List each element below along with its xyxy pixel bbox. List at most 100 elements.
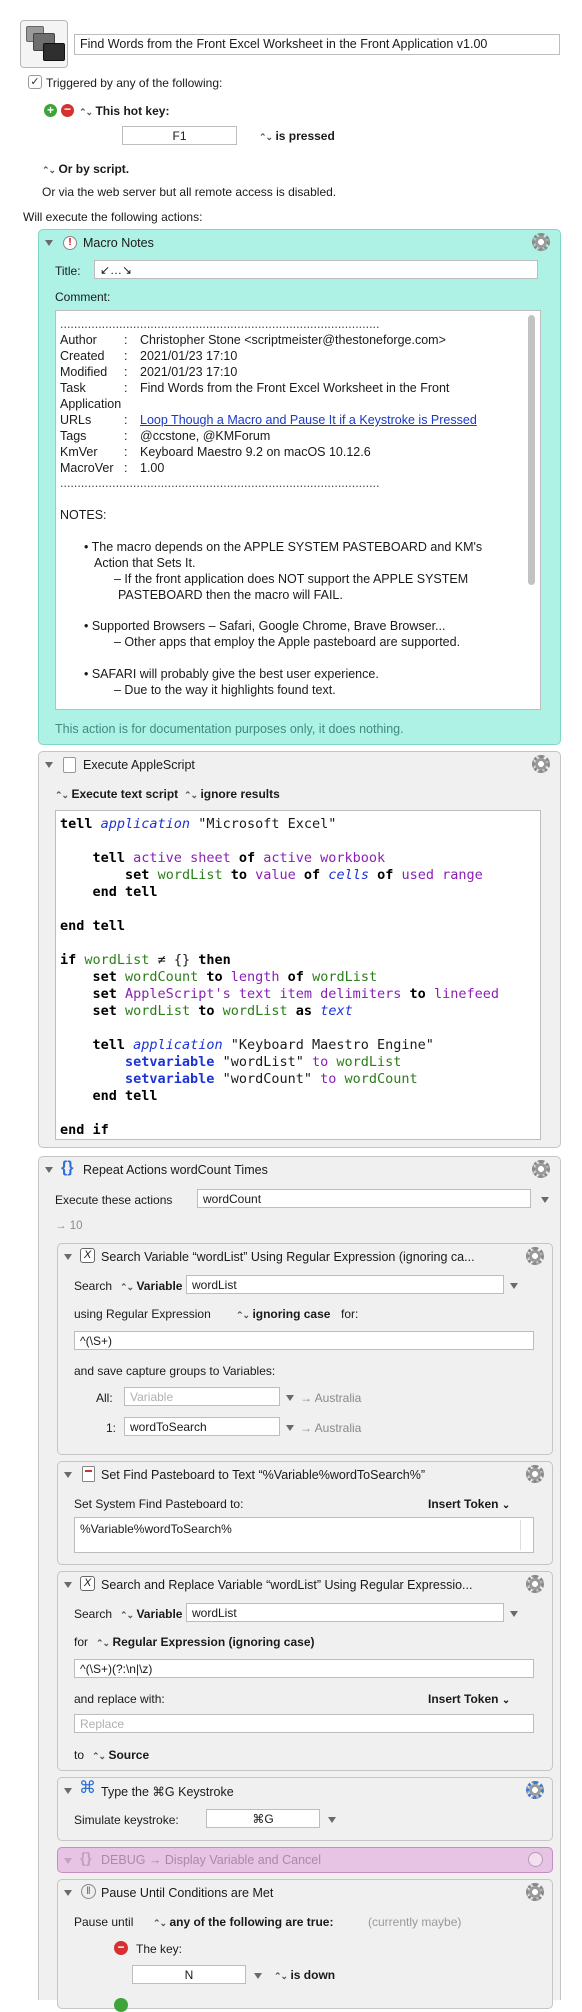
- or-by-script-selector[interactable]: ⌃⌄ Or by script.: [42, 162, 129, 176]
- collapse-triangle[interactable]: [64, 1788, 72, 1794]
- note-key: Modified: [60, 365, 108, 379]
- regex-field[interactable]: ^(\S+): [74, 1331, 534, 1350]
- execute-applescript-action[interactable]: Execute AppleScript ⌃⌄ Execute text scri…: [38, 751, 561, 1148]
- insert-token-button[interactable]: Insert Token ⌄: [428, 1692, 510, 1706]
- key-state-label: is down: [290, 1968, 336, 1982]
- trigger-type-selector[interactable]: ⌃⌄ This hot key:: [79, 104, 169, 118]
- gear-icon[interactable]: [532, 233, 550, 251]
- search-replace-action[interactable]: X Search and Replace Variable “wordList”…: [57, 1571, 553, 1771]
- notes-title-field[interactable]: ↙…↘: [94, 260, 538, 279]
- gear-icon[interactable]: [532, 1160, 550, 1178]
- macro-notes-action[interactable]: ! Macro Notes Title: ↙…↘ Comment: ......…: [38, 229, 561, 745]
- condition-match-selector[interactable]: ⌃⌄ any of the following are true:: [153, 1915, 333, 1929]
- action-title: Pause Until Conditions are Met: [101, 1886, 274, 1900]
- note-key: Author: [60, 333, 97, 347]
- results-selector[interactable]: ⌃⌄ ignore results: [184, 787, 280, 801]
- gear-icon[interactable]: [526, 1883, 544, 1901]
- note-line: Action that Sets It.: [94, 556, 196, 570]
- save-capture-label: and save capture groups to Variables:: [74, 1364, 276, 1378]
- replace-field[interactable]: Replace: [74, 1714, 534, 1733]
- macro-name-field[interactable]: Find Words from the Front Excel Workshee…: [74, 34, 560, 55]
- all-label: All:: [96, 1391, 113, 1405]
- insert-token-button[interactable]: Insert Token ⌄: [428, 1497, 510, 1511]
- case-selector[interactable]: ⌃⌄ ignoring case: [236, 1307, 330, 1321]
- source-type-selector[interactable]: ⌃⌄ Variable: [120, 1607, 182, 1621]
- replace-with-label: and replace with:: [74, 1692, 165, 1706]
- add-trigger-icon[interactable]: +: [44, 104, 57, 117]
- note-line: – Due to the way it highlights found tex…: [114, 683, 336, 697]
- note-separator: :: [124, 461, 128, 475]
- popup-arrows-icon: ⌃⌄: [96, 1638, 110, 1648]
- gear-icon[interactable]: [526, 1247, 544, 1265]
- popup-arrows-icon: ⌃⌄: [79, 107, 93, 117]
- repeat-count-field[interactable]: wordCount: [197, 1189, 531, 1208]
- hotkey-state-selector[interactable]: ⌃⌄ is pressed: [259, 129, 335, 143]
- gear-icon[interactable]: [526, 1781, 544, 1799]
- regex-mode-selector[interactable]: ⌃⌄ Regular Expression (ignoring case): [96, 1635, 315, 1649]
- all-preview: → Australia: [300, 1391, 362, 1405]
- gear-icon[interactable]: [526, 1465, 544, 1483]
- popup-arrows-icon: ⌃⌄: [120, 1610, 134, 1620]
- set-find-pasteboard-action[interactable]: Set Find Pasteboard to Text “%Variable%w…: [57, 1461, 553, 1565]
- note-line: • SAFARI will probably give the best use…: [84, 667, 379, 681]
- scrollbar[interactable]: [528, 315, 535, 585]
- collapse-triangle[interactable]: [64, 1472, 72, 1478]
- remove-condition-icon[interactable]: −: [114, 1941, 128, 1955]
- regex-field[interactable]: ^(\S+)(?:\n|\z): [74, 1659, 534, 1678]
- find-text-area[interactable]: %Variable%wordToSearch%: [74, 1517, 534, 1553]
- regex-icon: X: [80, 1248, 95, 1263]
- execute-mode-selector[interactable]: ⌃⌄ Execute text script: [55, 787, 178, 801]
- group1-label: 1:: [106, 1421, 117, 1435]
- scrollbar[interactable]: [520, 1520, 521, 1550]
- script-editor[interactable]: tell application "Microsoft Excel" tell …: [55, 810, 541, 1140]
- variable-name-field[interactable]: wordList: [186, 1275, 504, 1294]
- note-key: Application: [60, 397, 122, 411]
- group1-variable-field[interactable]: wordToSearch: [124, 1417, 280, 1436]
- destination-selector[interactable]: ⌃⌄ Source: [92, 1748, 149, 1762]
- search-variable-action[interactable]: X Search Variable “wordList” Using Regul…: [57, 1243, 553, 1455]
- dropdown-arrow-icon[interactable]: [510, 1611, 518, 1617]
- collapse-triangle[interactable]: [45, 762, 53, 768]
- gear-icon[interactable]: [526, 1575, 544, 1593]
- keystroke-field[interactable]: ⌘G: [206, 1809, 320, 1828]
- trigger-checkbox[interactable]: ✓: [28, 75, 42, 89]
- dropdown-arrow-icon[interactable]: [328, 1817, 336, 1823]
- key-field[interactable]: N: [132, 1965, 246, 1984]
- action-title: Search Variable “wordList” Using Regular…: [101, 1250, 475, 1264]
- dropdown-arrow-icon[interactable]: [286, 1395, 294, 1401]
- debug-group-action[interactable]: {} DEBUG → Display Variable and Cancel: [57, 1847, 553, 1873]
- gear-icon[interactable]: [532, 755, 550, 773]
- note-separator: :: [124, 349, 128, 363]
- pause-until-action[interactable]: ǁ Pause Until Conditions are Met Pause u…: [57, 1879, 553, 2012]
- type-keystroke-action[interactable]: ⌘ Type the ⌘G Keystroke Simulate keystro…: [57, 1777, 553, 1841]
- note-line: – If the front application does NOT supp…: [114, 572, 469, 586]
- note-separator: :: [124, 429, 128, 443]
- hotkey-field[interactable]: F1: [122, 126, 237, 145]
- popup-arrows-icon: ⌃⌄: [259, 132, 273, 142]
- dropdown-arrow-icon[interactable]: [510, 1283, 518, 1289]
- collapse-triangle[interactable]: [45, 240, 53, 246]
- find-text-value: %Variable%wordToSearch%: [80, 1522, 232, 1536]
- collapse-triangle[interactable]: [64, 1582, 72, 1588]
- collapse-triangle[interactable]: [45, 1167, 53, 1173]
- add-condition-icon[interactable]: [114, 1998, 128, 2012]
- variable-name-field[interactable]: wordList: [186, 1603, 504, 1622]
- key-state-selector[interactable]: ⌃⌄ is down: [274, 1968, 335, 1982]
- popup-arrows-icon: ⌃⌄: [120, 1282, 134, 1292]
- dropdown-arrow-icon[interactable]: [286, 1425, 294, 1431]
- url-link[interactable]: Loop Though a Macro and Pause It if a Ke…: [140, 412, 477, 428]
- repeat-action[interactable]: {} Repeat Actions wordCount Times Execut…: [38, 1156, 561, 2012]
- collapse-triangle[interactable]: [64, 1254, 72, 1260]
- for-label: for: [74, 1635, 89, 1649]
- clock-icon[interactable]: [528, 1852, 543, 1867]
- note-key: Task: [60, 381, 86, 395]
- all-variable-field[interactable]: Variable: [124, 1387, 280, 1406]
- collapse-triangle[interactable]: [64, 1890, 72, 1896]
- dropdown-arrow-icon[interactable]: [254, 1973, 262, 1979]
- dropdown-arrow-icon[interactable]: [541, 1197, 549, 1203]
- source-type-selector[interactable]: ⌃⌄ Variable: [120, 1279, 182, 1293]
- remove-trigger-icon[interactable]: −: [61, 103, 74, 117]
- comment-area[interactable]: ........................................…: [55, 310, 541, 710]
- repeat-preview: → 10: [55, 1220, 83, 1232]
- collapse-triangle[interactable]: [64, 1858, 72, 1864]
